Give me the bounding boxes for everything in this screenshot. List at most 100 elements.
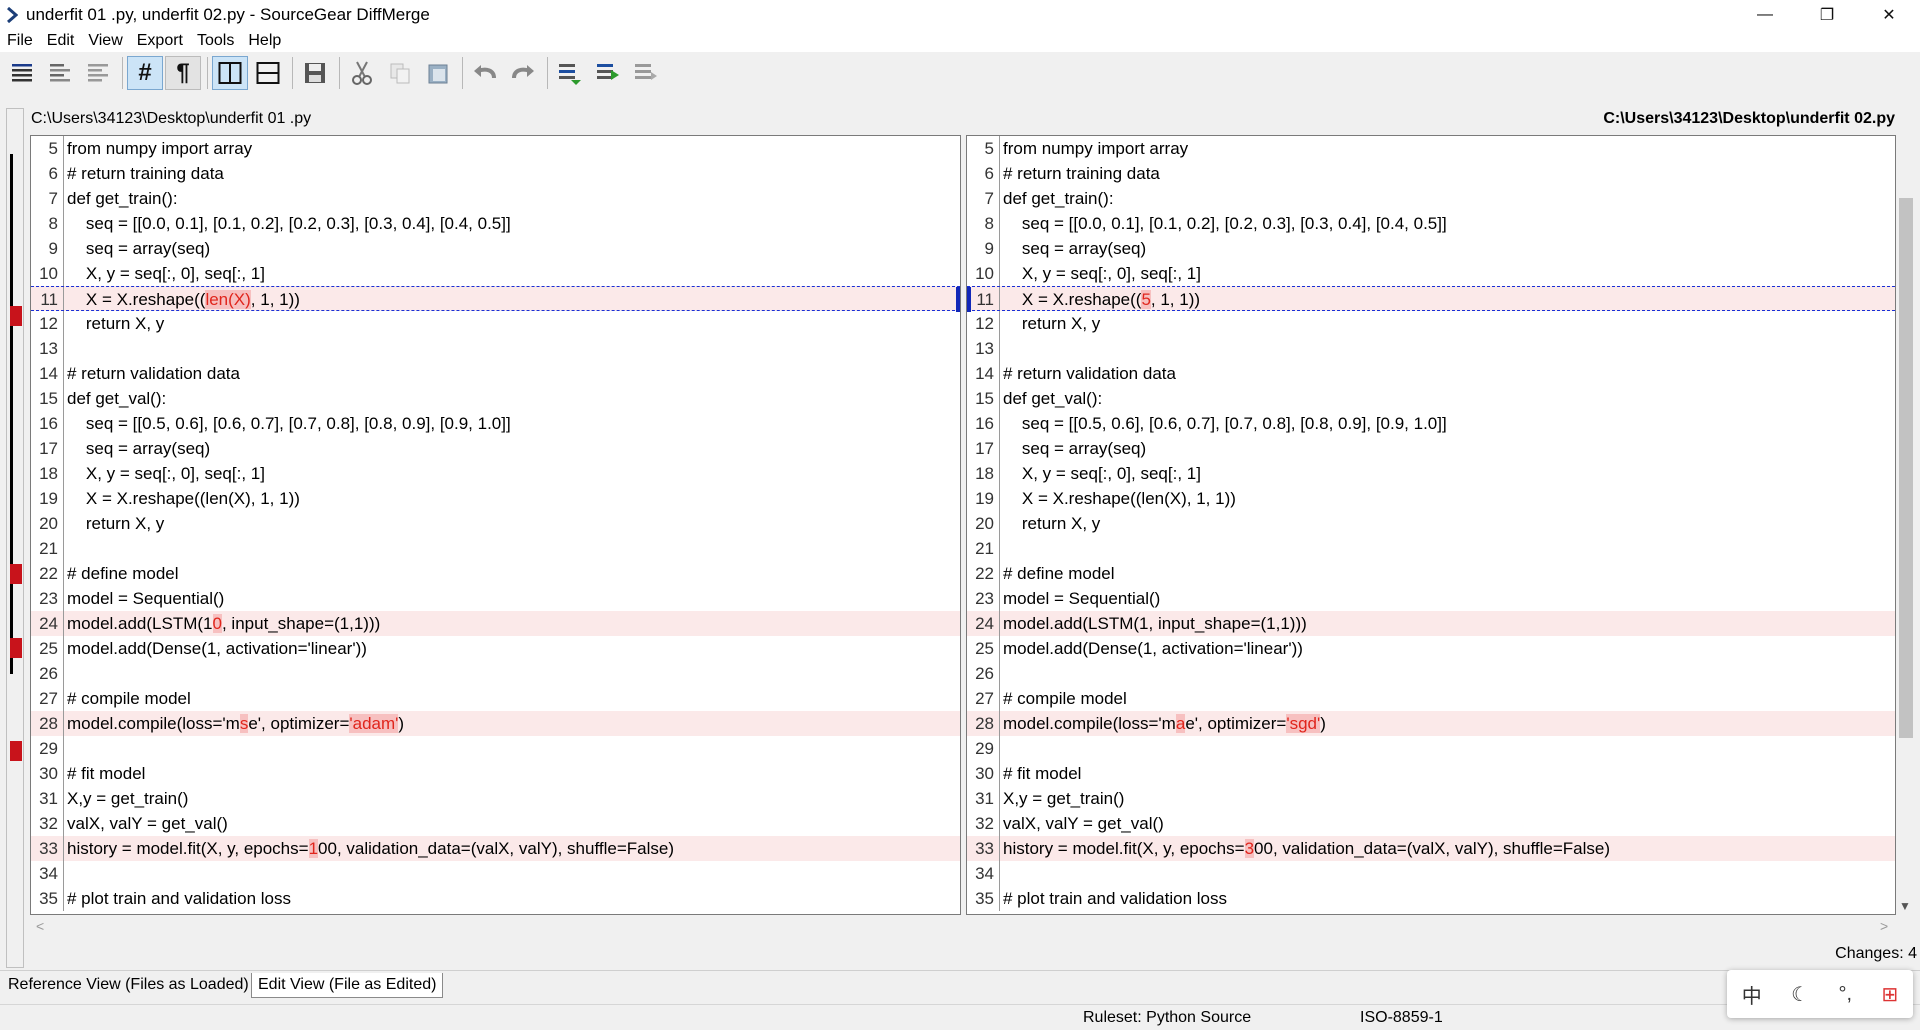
show-all-lines-button[interactable] [4,56,40,90]
overview-change-marker[interactable] [10,564,22,584]
tab-edit-view[interactable]: Edit View (File as Edited) [251,973,444,998]
scroll-right-arrow-icon[interactable]: > [1880,918,1888,934]
previous-change-button[interactable] [552,56,588,90]
code-line[interactable]: 31 X,y = get_train() [31,786,960,811]
menu-export[interactable]: Export [130,32,190,50]
code-line[interactable]: 5 from numpy import array [967,136,1895,161]
paste-button[interactable] [420,56,456,90]
code-line[interactable]: 29 [31,736,960,761]
code-line[interactable]: 23 model = Sequential() [31,586,960,611]
tab-reference-view[interactable]: Reference View (Files as Loaded) [2,973,255,998]
menu-help[interactable]: Help [241,32,288,50]
code-line[interactable]: 31 X,y = get_train() [967,786,1895,811]
code-line[interactable]: 6 # return training data [31,161,960,186]
code-line[interactable]: 18 X, y = seq[:, 0], seq[:, 1] [31,461,960,486]
code-line[interactable]: 35 # plot train and validation loss [31,886,960,911]
code-line[interactable]: 25 model.add(Dense(1, activation='linear'… [31,636,960,661]
code-line[interactable]: 27 # compile model [967,686,1895,711]
code-line[interactable]: 9 seq = array(seq) [967,236,1895,261]
code-line[interactable]: 17 seq = array(seq) [31,436,960,461]
code-line[interactable]: 8 seq = [[0.0, 0.1], [0.1, 0.2], [0.2, 0… [967,211,1895,236]
code-line[interactable]: 23 model = Sequential() [967,586,1895,611]
left-file-pane[interactable]: 5 from numpy import array 6 # return traini… [30,135,961,915]
ime-chinese-mode-icon[interactable]: 中 [1742,980,1762,1009]
minimize-button[interactable]: — [1734,0,1796,30]
vertical-scrollbar[interactable]: ▼ [1896,135,1916,915]
line-numbers-toggle[interactable]: # [127,56,163,90]
code-line[interactable]: 14 # return validation data [31,361,960,386]
scroll-down-arrow-icon[interactable]: ▼ [1899,899,1911,913]
code-line[interactable]: 20 return X, y [31,511,960,536]
stacked-view-button[interactable] [250,56,286,90]
code-line[interactable]: 32 valX, valY = get_val() [967,811,1895,836]
code-line[interactable]: 12 return X, y [31,311,960,336]
code-line[interactable]: 5 from numpy import array [31,136,960,161]
code-line[interactable]: 16 seq = [[0.5, 0.6], [0.6, 0.7], [0.7, … [31,411,960,436]
code-line[interactable]: 28 model.compile(loss='mse', optimizer='a… [31,711,960,736]
code-line[interactable]: 26 [31,661,960,686]
menu-edit[interactable]: Edit [40,32,82,50]
redo-button[interactable] [505,56,541,90]
code-line[interactable]: 20 return X, y [967,511,1895,536]
code-line[interactable]: 33 history = model.fit(X, y, epochs=300, … [967,836,1895,861]
code-line[interactable]: 11 X = X.reshape((5, 1, 1)) [967,286,1895,312]
code-line[interactable]: 32 valX, valY = get_val() [31,811,960,836]
ime-punctuation-icon[interactable]: °, [1838,983,1852,1006]
code-line[interactable]: 30 # fit model [967,761,1895,786]
overview-change-marker[interactable] [10,638,22,658]
code-line[interactable]: 19 X = X.reshape((len(X), 1, 1)) [967,486,1895,511]
code-line[interactable]: 16 seq = [[0.5, 0.6], [0.6, 0.7], [0.7, … [967,411,1895,436]
code-line[interactable]: 34 [31,861,960,886]
code-line[interactable]: 22 # define model [967,561,1895,586]
last-change-button[interactable] [628,56,664,90]
code-line[interactable]: 15 def get_val(): [31,386,960,411]
code-line[interactable]: 13 [967,336,1895,361]
code-line[interactable]: 21 [31,536,960,561]
code-line[interactable]: 18 X, y = seq[:, 0], seq[:, 1] [967,461,1895,486]
code-line[interactable]: 13 [31,336,960,361]
code-line[interactable]: 22 # define model [31,561,960,586]
ime-moon-icon[interactable]: ☾ [1791,982,1809,1007]
code-line[interactable]: 34 [967,861,1895,886]
diff-overview-strip[interactable] [6,108,24,968]
code-line[interactable]: 9 seq = array(seq) [31,236,960,261]
code-line[interactable]: 14 # return validation data [967,361,1895,386]
right-file-pane[interactable]: 5 from numpy import array 6 # return traini… [966,135,1896,915]
code-line[interactable]: 17 seq = array(seq) [967,436,1895,461]
undo-button[interactable] [467,56,503,90]
code-line[interactable]: 10 X, y = seq[:, 0], seq[:, 1] [967,261,1895,286]
restore-button[interactable]: ❐ [1796,0,1858,30]
code-line[interactable]: 7 def get_train(): [967,186,1895,211]
code-line[interactable]: 27 # compile model [31,686,960,711]
code-line[interactable]: 35 # plot train and validation loss [967,886,1895,911]
next-change-button[interactable] [590,56,626,90]
overview-change-marker[interactable] [10,741,22,761]
code-line[interactable]: 10 X, y = seq[:, 0], seq[:, 1] [31,261,960,286]
code-line[interactable]: 7 def get_train(): [31,186,960,211]
code-line[interactable]: 8 seq = [[0.0, 0.1], [0.1, 0.2], [0.2, 0… [31,211,960,236]
scrollbar-thumb[interactable] [1899,198,1913,738]
code-line[interactable]: 24 model.add(LSTM(10, input_shape=(1,1))) [31,611,960,636]
code-line[interactable]: 33 history = model.fit(X, y, epochs=100, … [31,836,960,861]
menu-view[interactable]: View [81,32,129,50]
code-line[interactable]: 28 model.compile(loss='mae', optimizer='s… [967,711,1895,736]
code-line[interactable]: 15 def get_val(): [967,386,1895,411]
save-button[interactable] [297,56,333,90]
code-line[interactable]: 25 model.add(Dense(1, activation='linear'… [967,636,1895,661]
code-line[interactable]: 19 X = X.reshape((len(X), 1, 1)) [31,486,960,511]
code-line[interactable]: 21 [967,536,1895,561]
scroll-left-arrow-icon[interactable]: < [36,918,44,934]
code-line[interactable]: 24 model.add(LSTM(1, input_shape=(1,1))) [967,611,1895,636]
menu-tools[interactable]: Tools [190,32,241,50]
cut-button[interactable] [344,56,380,90]
overview-change-marker[interactable] [10,306,22,326]
copy-button[interactable] [382,56,418,90]
show-whitespace-toggle[interactable]: ¶ [165,56,201,90]
code-line[interactable]: 26 [967,661,1895,686]
code-line[interactable]: 30 # fit model [31,761,960,786]
code-line[interactable]: 29 [967,736,1895,761]
ime-grid-icon[interactable]: ⊞ [1881,982,1898,1007]
code-line[interactable]: 12 return X, y [967,311,1895,336]
close-button[interactable]: ✕ [1858,0,1920,30]
side-by-side-button[interactable] [212,56,248,90]
